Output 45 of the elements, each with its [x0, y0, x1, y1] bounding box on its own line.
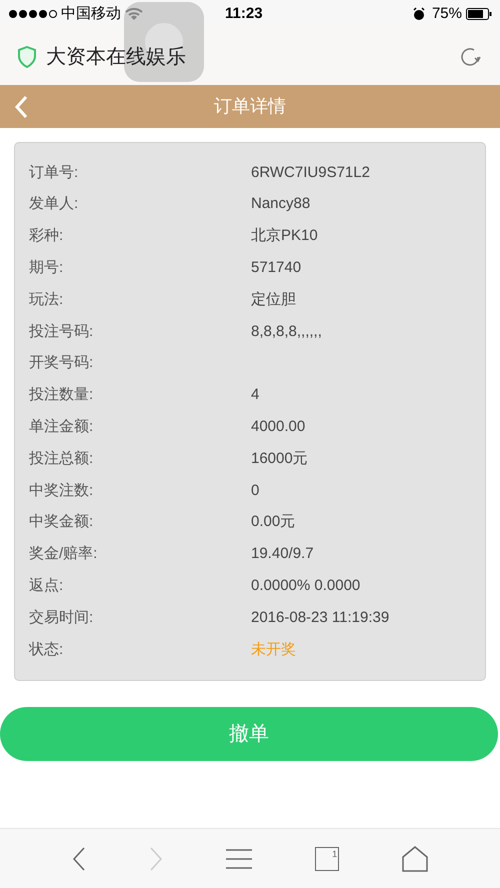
detail-value: 0.0000% 0.0000 [251, 576, 360, 596]
detail-value: Nancy88 [251, 194, 310, 214]
detail-value: 4 [251, 385, 260, 406]
detail-label: 期号: [29, 258, 64, 278]
detail-value: 6RWC7IU9S71L2 [251, 162, 370, 183]
detail-label: 彩种: [29, 226, 64, 246]
detail-label: 交易时间: [29, 608, 94, 628]
detail-value: 定位胆 [251, 290, 296, 310]
detail-value: 0.00元 [251, 512, 296, 532]
page-title: 订单详情 [214, 95, 286, 118]
alarm-icon [412, 7, 426, 21]
detail-value: 4000.00 [251, 417, 306, 438]
detail-value: 19.40/9.7 [251, 544, 314, 564]
detail-value: 未开奖 [251, 640, 296, 660]
signal-icon [8, 9, 58, 19]
detail-value: 0 [251, 480, 260, 501]
detail-label: 投注号码: [29, 322, 94, 342]
carrier-name: 中国移动 [61, 4, 121, 24]
detail-label: 中奖金额: [29, 512, 94, 532]
detail-value: 8,8,8,8,,,,,, [251, 322, 322, 342]
detail-label: 返点: [29, 576, 64, 596]
detail-label: 单注金额: [29, 417, 94, 438]
detail-label: 投注总额: [29, 448, 94, 469]
menu-icon[interactable] [226, 848, 252, 870]
battery-icon [466, 8, 492, 20]
detail-label: 开奖号码: [29, 353, 94, 374]
detail-label: 订单号: [29, 162, 80, 183]
back-icon[interactable] [72, 846, 86, 872]
tabs-button[interactable]: 1 [315, 846, 340, 870]
battery-percent: 75% [432, 4, 462, 24]
detail-value: 16000元 [251, 448, 308, 469]
detail-label: 发单人: [29, 194, 80, 214]
detail-value: 2016-08-23 11:19:39 [251, 608, 390, 628]
detail-label: 投注数量: [29, 385, 94, 406]
clock-time: 11:23 [225, 4, 263, 24]
home-icon[interactable] [402, 846, 428, 872]
shield-icon [18, 46, 36, 68]
tab-count: 1 [332, 848, 338, 858]
detail-value: 北京PK10 [251, 226, 318, 246]
detail-value: 571740 [251, 258, 302, 278]
site-title: 大资本在线娱乐 [46, 44, 186, 70]
detail-label: 状态: [29, 640, 64, 660]
detail-label: 奖金/赔率: [29, 544, 98, 564]
detail-label: 中奖注数: [29, 480, 94, 501]
detail-label: 玩法: [29, 290, 64, 310]
